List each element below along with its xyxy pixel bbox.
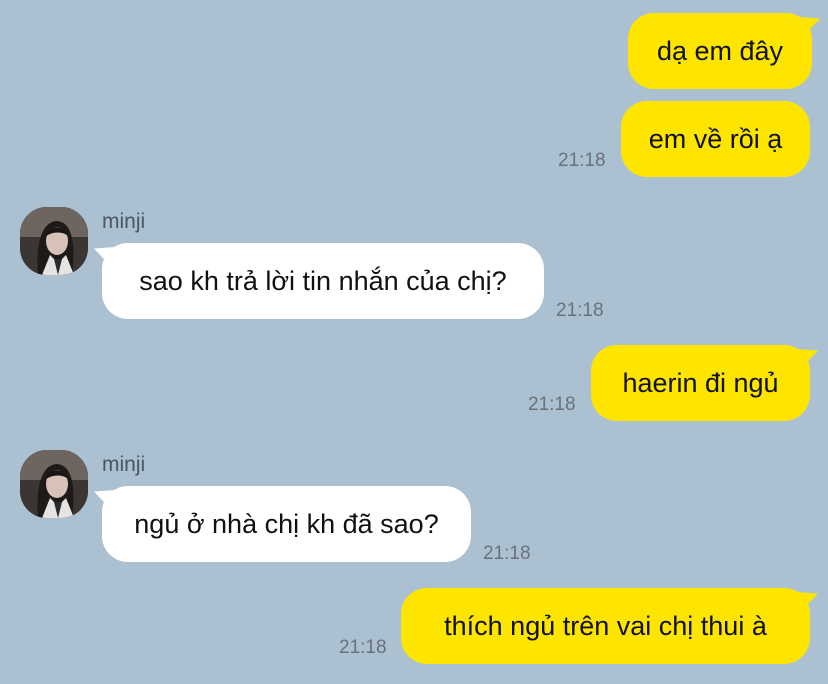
contact-avatar[interactable] [20,207,88,275]
message-text: thích ngủ trên vai chị thui à [444,611,767,641]
message-bubble-outgoing[interactable]: haerin đi ngủ [591,345,810,421]
avatar-photo-icon [20,450,88,518]
contact-avatar[interactable] [20,450,88,518]
message-bubble-incoming[interactable]: sao kh trả lời tin nhắn của chị? [102,243,544,319]
avatar-photo-icon [20,207,88,275]
message-text: haerin đi ngủ [622,368,779,398]
message-bubble-outgoing[interactable]: thích ngủ trên vai chị thui à [401,588,810,664]
message-text: dạ em đây [656,36,784,66]
message-timestamp: 21:18 [558,150,606,171]
message-timestamp: 21:18 [528,394,576,415]
message-bubble-incoming[interactable]: ngủ ở nhà chị kh đã sao? [102,486,471,562]
message-timestamp: 21:18 [483,543,531,564]
message-bubble-outgoing[interactable]: dạ em đây [628,13,812,89]
contact-name: minji [102,210,146,233]
message-text: sao kh trả lời tin nhắn của chị? [139,266,507,296]
contact-name: minji [102,453,146,476]
message-text: em về rồi ạ [648,124,783,154]
message-timestamp: 21:18 [339,637,387,658]
message-text: ngủ ở nhà chị kh đã sao? [134,509,439,539]
message-bubble-outgoing[interactable]: em về rồi ạ [621,101,810,177]
message-timestamp: 21:18 [556,300,604,321]
